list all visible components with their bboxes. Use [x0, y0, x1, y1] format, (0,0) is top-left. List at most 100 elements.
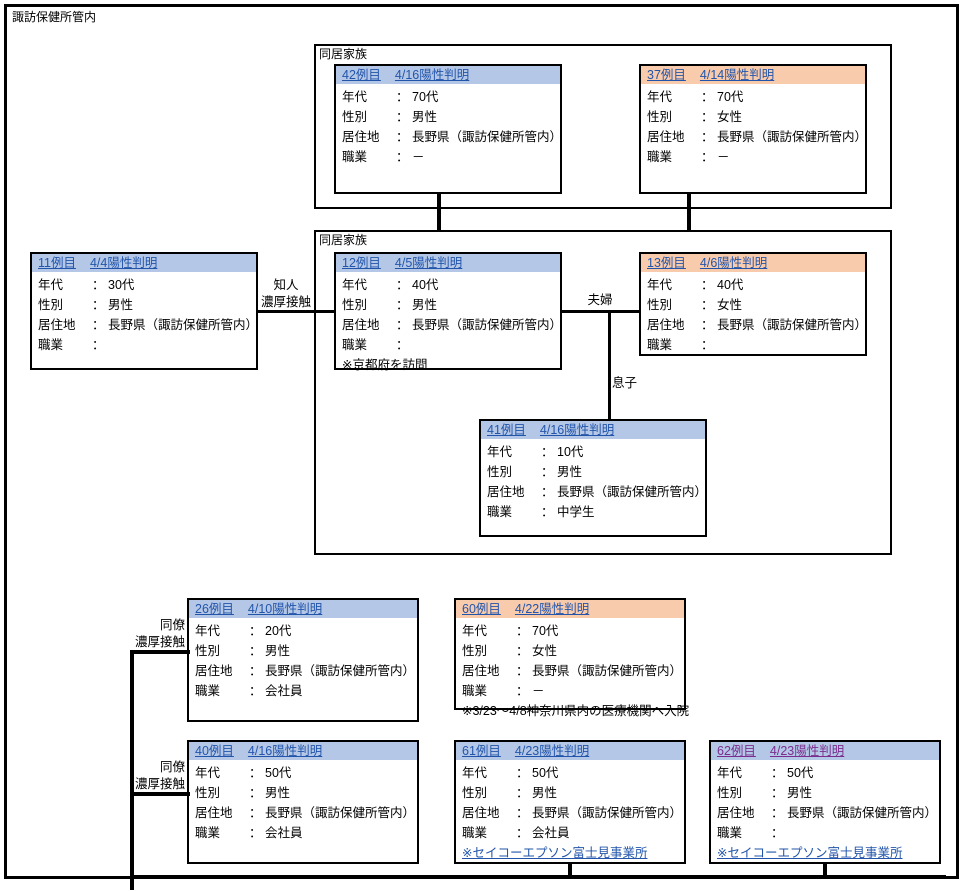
case-number[interactable]: 11例目	[38, 254, 76, 272]
field-colon: ：	[701, 110, 714, 124]
relation-line-1: 知人	[273, 278, 299, 292]
field-label-age: 年代	[38, 278, 64, 292]
case-number[interactable]: 40例目	[195, 742, 234, 760]
field-occupation: 職業 ：	[717, 823, 939, 843]
relation-line-2: 濃厚接触	[260, 295, 311, 309]
case-date[interactable]: 4/4陽性判明	[90, 254, 157, 272]
case-number[interactable]: 42例目	[342, 66, 381, 84]
case-number[interactable]: 26例目	[195, 600, 234, 618]
case-card-42-body: 年代 ： 70代 性別 ： 男性 居住地 ： 長野県（諏訪保健所管内） 職業 ：…	[336, 84, 563, 169]
case-number[interactable]: 12例目	[342, 254, 381, 272]
field-value-residence: 長野県（諏訪保健所管内）	[532, 664, 683, 678]
case-card-42[interactable]: 42例目 4/16陽性判明 年代 ： 70代 性別 ： 男性 居住地 ： 長野県…	[334, 64, 562, 194]
field-label-residence: 居住地	[647, 130, 685, 144]
group-label-household-lower: 同居家族	[319, 233, 368, 247]
field-label-occupation: 職業	[462, 684, 488, 698]
case-date[interactable]: 4/16陽性判明	[540, 421, 614, 439]
field-age: 年代 ： 40代	[647, 275, 865, 295]
case-date[interactable]: 4/10陽性判明	[248, 600, 322, 618]
case-number[interactable]: 62例目	[717, 742, 756, 760]
field-occupation: 職業 ： 会社員	[195, 681, 417, 701]
case-date[interactable]: 4/14陽性判明	[700, 66, 774, 84]
field-value-sex: 男性	[412, 110, 438, 124]
relation-label-colleague-26: 同僚 濃厚接触	[125, 617, 185, 651]
field-residence: 居住地 ： 長野県（諏訪保健所管内）	[462, 803, 684, 823]
case-number[interactable]: 61例目	[462, 742, 501, 760]
case-number[interactable]: 41例目	[487, 421, 526, 439]
connector-spine-to-26	[130, 650, 190, 654]
field-age: 年代 ： 10代	[487, 442, 705, 462]
field-residence: 居住地 ： 長野県（諏訪保健所管内）	[342, 127, 563, 147]
field-sex: 性別 ： 男性	[462, 783, 684, 803]
field-occupation: 職業 ： 会社員	[462, 823, 684, 843]
field-colon: ：	[396, 150, 409, 164]
field-colon: ：	[516, 684, 529, 698]
connector-rail-to-61	[568, 862, 572, 879]
field-label-occupation: 職業	[487, 505, 513, 519]
case-card-62[interactable]: 62例目 4/23陽性判明 年代 ： 50代 性別 ： 男性 居住地 ： 長野県…	[709, 740, 941, 864]
field-value-sex: 男性	[265, 786, 291, 800]
field-label-sex: 性別	[462, 786, 488, 800]
field-label-residence: 居住地	[342, 318, 380, 332]
case-card-12[interactable]: 12例目 4/5陽性判明 年代 ： 40代 性別 ： 男性 居住地 ： 長野県（…	[334, 252, 563, 372]
case-date[interactable]: 4/22陽性判明	[515, 600, 589, 618]
field-label-sex: 性別	[647, 298, 673, 312]
field-value-occupation: －	[532, 684, 545, 698]
case-note-62[interactable]: ※セイコーエプソン富士見事業所	[717, 843, 939, 863]
case-card-60[interactable]: 60例目 4/22陽性判明 年代 ： 70代 性別 ： 女性 居住地 ： 長野県…	[454, 598, 689, 718]
case-card-61[interactable]: 61例目 4/23陽性判明 年代 ： 50代 性別 ： 男性 居住地 ： 長野県…	[454, 740, 686, 864]
field-label-residence: 居住地	[717, 806, 755, 820]
group-label-household-upper: 同居家族	[319, 47, 368, 61]
case-date[interactable]: 4/6陽性判明	[700, 254, 767, 272]
field-value-occupation: －	[717, 150, 730, 164]
case-card-61-body: 年代 ： 50代 性別 ： 男性 居住地 ： 長野県（諏訪保健所管内） 職業 ：…	[456, 760, 684, 865]
field-occupation: 職業 ： －	[462, 681, 684, 701]
field-value-sex: 女性	[717, 110, 743, 124]
case-card-13[interactable]: 13例目 4/6陽性判明 年代 ： 40代 性別 ： 女性 居住地 ： 長野県（…	[639, 252, 867, 356]
field-colon: ：	[396, 318, 409, 332]
field-label-residence: 居住地	[462, 806, 500, 820]
field-colon: ：	[396, 110, 409, 124]
connector-rail-to-62	[823, 862, 827, 879]
case-number[interactable]: 13例目	[647, 254, 686, 272]
field-value-age: 40代	[412, 278, 439, 292]
field-value-residence: 長野県（諏訪保健所管内）	[412, 318, 563, 332]
case-date[interactable]: 4/5陽性判明	[395, 254, 462, 272]
field-residence: 居住地 ： 長野県（諏訪保健所管内）	[647, 315, 867, 335]
case-card-11[interactable]: 11例目 4/4陽性判明 年代 ： 30代 性別 ： 男性 居住地 ： 長野県（…	[30, 252, 258, 370]
field-value-occupation: 会社員	[265, 826, 303, 840]
field-colon: ：	[396, 278, 409, 292]
field-label-occupation: 職業	[647, 150, 673, 164]
case-card-26[interactable]: 26例目 4/10陽性判明 年代 ： 20代 性別 ： 男性 居住地 ： 長野県…	[187, 598, 419, 722]
field-colon: ：	[516, 806, 529, 820]
field-value-age: 70代	[412, 90, 439, 104]
field-value-age: 70代	[717, 90, 744, 104]
region-title: 諏訪保健所管内	[12, 10, 97, 24]
field-colon: ：	[701, 278, 714, 292]
field-age: 年代 ： 50代	[717, 763, 939, 783]
field-value-residence: 長野県（諏訪保健所管内）	[787, 806, 938, 820]
case-date[interactable]: 4/23陽性判明	[770, 742, 844, 760]
field-residence: 居住地 ： 長野県（諏訪保健所管内）	[342, 315, 563, 335]
case-number[interactable]: 60例目	[462, 600, 501, 618]
field-label-sex: 性別	[647, 110, 673, 124]
field-colon: ：	[541, 485, 554, 499]
field-colon: ：	[249, 684, 262, 698]
case-date[interactable]: 4/16陽性判明	[395, 66, 469, 84]
connector-11-to-12	[258, 310, 336, 313]
field-sex: 性別 ： 男性	[717, 783, 939, 803]
case-card-37-body: 年代 ： 70代 性別 ： 女性 居住地 ： 長野県（諏訪保健所管内） 職業 ：…	[641, 84, 867, 169]
case-number[interactable]: 37例目	[647, 66, 686, 84]
field-colon: ：	[249, 826, 262, 840]
field-colon: ：	[701, 338, 714, 352]
case-card-41[interactable]: 41例目 4/16陽性判明 年代 ： 10代 性別 ： 男性 居住地 ： 長野県…	[479, 419, 707, 537]
case-date[interactable]: 4/16陽性判明	[248, 742, 322, 760]
case-card-37[interactable]: 37例目 4/14陽性判明 年代 ： 70代 性別 ： 女性 居住地 ： 長野県…	[639, 64, 867, 194]
case-card-12-header: 12例目 4/5陽性判明	[336, 254, 560, 272]
field-occupation: 職業 ： －	[647, 147, 865, 167]
case-card-40[interactable]: 40例目 4/16陽性判明 年代 ： 50代 性別 ： 男性 居住地 ： 長野県…	[187, 740, 419, 864]
case-date[interactable]: 4/23陽性判明	[515, 742, 589, 760]
case-note-61[interactable]: ※セイコーエプソン富士見事業所	[462, 843, 684, 863]
field-colon: ：	[92, 298, 105, 312]
field-value-residence: 長野県（諏訪保健所管内）	[412, 130, 563, 144]
